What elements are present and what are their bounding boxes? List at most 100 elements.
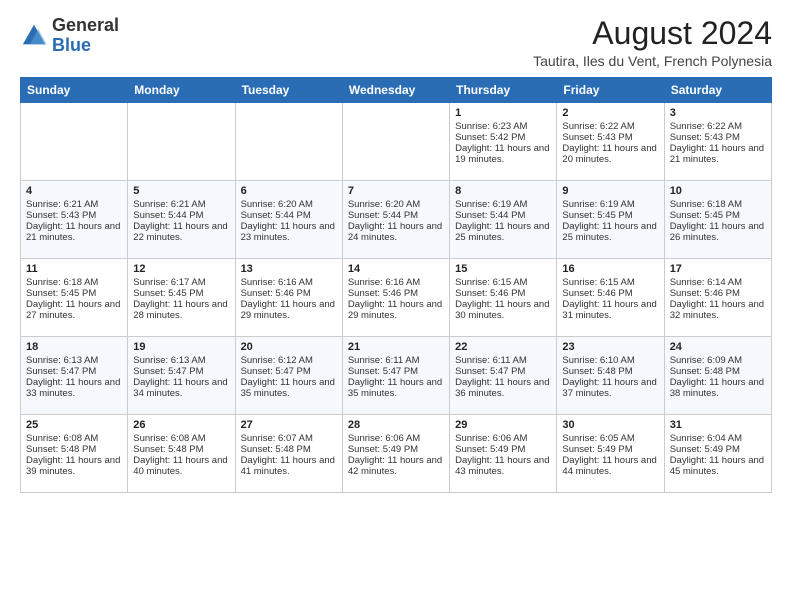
sunset-text: Sunset: 5:44 PM xyxy=(455,210,551,221)
day-number: 30 xyxy=(562,419,658,431)
calendar-cell: 26Sunrise: 6:08 AMSunset: 5:48 PMDayligh… xyxy=(128,415,235,493)
calendar-cell: 1Sunrise: 6:23 AMSunset: 5:42 PMDaylight… xyxy=(450,103,557,181)
day-number: 7 xyxy=(348,185,444,197)
sunrise-text: Sunrise: 6:04 AM xyxy=(670,433,766,444)
day-number: 6 xyxy=(241,185,337,197)
sunrise-text: Sunrise: 6:13 AM xyxy=(26,355,122,366)
sunset-text: Sunset: 5:44 PM xyxy=(133,210,229,221)
day-number: 27 xyxy=(241,419,337,431)
daylight-text: Daylight: 11 hours and 41 minutes. xyxy=(241,455,337,477)
daylight-text: Daylight: 11 hours and 21 minutes. xyxy=(670,143,766,165)
day-number: 9 xyxy=(562,185,658,197)
calendar-cell: 25Sunrise: 6:08 AMSunset: 5:48 PMDayligh… xyxy=(21,415,128,493)
daylight-text: Daylight: 11 hours and 24 minutes. xyxy=(348,221,444,243)
sunrise-text: Sunrise: 6:15 AM xyxy=(562,277,658,288)
day-number: 26 xyxy=(133,419,229,431)
col-tuesday: Tuesday xyxy=(235,78,342,103)
sunset-text: Sunset: 5:47 PM xyxy=(133,366,229,377)
sunrise-text: Sunrise: 6:23 AM xyxy=(455,121,551,132)
daylight-text: Daylight: 11 hours and 25 minutes. xyxy=(562,221,658,243)
logo-general: General xyxy=(52,15,119,35)
sunset-text: Sunset: 5:43 PM xyxy=(562,132,658,143)
sunset-text: Sunset: 5:48 PM xyxy=(133,444,229,455)
daylight-text: Daylight: 11 hours and 42 minutes. xyxy=(348,455,444,477)
day-number: 29 xyxy=(455,419,551,431)
day-number: 20 xyxy=(241,341,337,353)
calendar-cell: 5 Sunrise: 6:21 AMSunset: 5:44 PMDaylight… xyxy=(128,181,235,259)
day-number: 25 xyxy=(26,419,122,431)
daylight-text: Daylight: 11 hours and 44 minutes. xyxy=(562,455,658,477)
sunrise-text: Sunrise: 6:11 AM xyxy=(348,355,444,366)
calendar-cell: 20Sunrise: 6:12 AMSunset: 5:47 PMDayligh… xyxy=(235,337,342,415)
sunrise-text: Sunrise: 6:19 AM xyxy=(562,199,658,210)
title-block: August 2024 Tautira, Iles du Vent, Frenc… xyxy=(533,16,772,69)
day-number: 5 xyxy=(133,185,229,197)
sunrise-text: Sunrise: 6:13 AM xyxy=(133,355,229,366)
calendar-cell: 30Sunrise: 6:05 AMSunset: 5:49 PMDayligh… xyxy=(557,415,664,493)
calendar-cell: 21Sunrise: 6:11 AMSunset: 5:47 PMDayligh… xyxy=(342,337,449,415)
day-number: 17 xyxy=(670,263,766,275)
calendar-cell xyxy=(21,103,128,181)
col-monday: Monday xyxy=(128,78,235,103)
sunrise-text: Sunrise: 6:14 AM xyxy=(670,277,766,288)
sunset-text: Sunset: 5:46 PM xyxy=(455,288,551,299)
calendar-week-2: 4Sunrise: 6:21 AMSunset: 5:43 PMDaylight… xyxy=(21,181,772,259)
col-wednesday: Wednesday xyxy=(342,78,449,103)
sunrise-text: Sunrise: 6:06 AM xyxy=(455,433,551,444)
calendar-cell: 12Sunrise: 6:17 AMSunset: 5:45 PMDayligh… xyxy=(128,259,235,337)
daylight-text: Daylight: 11 hours and 30 minutes. xyxy=(455,299,551,321)
sunset-text: Sunset: 5:47 PM xyxy=(241,366,337,377)
sunset-text: Sunset: 5:48 PM xyxy=(562,366,658,377)
calendar-cell: 15Sunrise: 6:15 AMSunset: 5:46 PMDayligh… xyxy=(450,259,557,337)
daylight-text: Daylight: 11 hours and 29 minutes. xyxy=(348,299,444,321)
day-number: 16 xyxy=(562,263,658,275)
sunrise-text: Sunrise: 6:21 AM xyxy=(133,199,229,210)
sunset-text: Sunset: 5:48 PM xyxy=(241,444,337,455)
calendar-cell xyxy=(235,103,342,181)
sunset-text: Sunset: 5:44 PM xyxy=(241,210,337,221)
calendar-cell xyxy=(342,103,449,181)
daylight-text: Daylight: 11 hours and 31 minutes. xyxy=(562,299,658,321)
daylight-text: Daylight: 11 hours and 43 minutes. xyxy=(455,455,551,477)
calendar-cell: 10Sunrise: 6:18 AMSunset: 5:45 PMDayligh… xyxy=(664,181,771,259)
day-number: 10 xyxy=(670,185,766,197)
sunset-text: Sunset: 5:48 PM xyxy=(670,366,766,377)
calendar-cell: 28Sunrise: 6:06 AMSunset: 5:49 PMDayligh… xyxy=(342,415,449,493)
sunset-text: Sunset: 5:46 PM xyxy=(348,288,444,299)
calendar-cell: 2Sunrise: 6:22 AMSunset: 5:43 PMDaylight… xyxy=(557,103,664,181)
subtitle: Tautira, Iles du Vent, French Polynesia xyxy=(533,53,772,69)
logo-text: General Blue xyxy=(52,16,119,56)
calendar-cell: 17Sunrise: 6:14 AMSunset: 5:46 PMDayligh… xyxy=(664,259,771,337)
day-number: 24 xyxy=(670,341,766,353)
calendar-cell: 8Sunrise: 6:19 AMSunset: 5:44 PMDaylight… xyxy=(450,181,557,259)
logo: General Blue xyxy=(20,16,119,56)
daylight-text: Daylight: 11 hours and 37 minutes. xyxy=(562,377,658,399)
sunset-text: Sunset: 5:49 PM xyxy=(562,444,658,455)
calendar-week-5: 25Sunrise: 6:08 AMSunset: 5:48 PMDayligh… xyxy=(21,415,772,493)
sunrise-text: Sunrise: 6:18 AM xyxy=(26,277,122,288)
day-number: 8 xyxy=(455,185,551,197)
calendar-cell: 29Sunrise: 6:06 AMSunset: 5:49 PMDayligh… xyxy=(450,415,557,493)
sunset-text: Sunset: 5:45 PM xyxy=(26,288,122,299)
daylight-text: Daylight: 11 hours and 32 minutes. xyxy=(670,299,766,321)
sunrise-text: Sunrise: 6:08 AM xyxy=(133,433,229,444)
day-number: 2 xyxy=(562,107,658,119)
sunset-text: Sunset: 5:45 PM xyxy=(562,210,658,221)
sunrise-text: Sunrise: 6:20 AM xyxy=(241,199,337,210)
daylight-text: Daylight: 11 hours and 25 minutes. xyxy=(455,221,551,243)
calendar-cell: 9 Sunrise: 6:19 AMSunset: 5:45 PMDaylight… xyxy=(557,181,664,259)
calendar-cell: 6Sunrise: 6:20 AMSunset: 5:44 PMDaylight… xyxy=(235,181,342,259)
calendar-cell: 13Sunrise: 6:16 AMSunset: 5:46 PMDayligh… xyxy=(235,259,342,337)
sunrise-text: Sunrise: 6:09 AM xyxy=(670,355,766,366)
daylight-text: Daylight: 11 hours and 33 minutes. xyxy=(26,377,122,399)
calendar-cell: 19Sunrise: 6:13 AMSunset: 5:47 PMDayligh… xyxy=(128,337,235,415)
calendar-header-row: Sunday Monday Tuesday Wednesday Thursday… xyxy=(21,78,772,103)
daylight-text: Daylight: 11 hours and 28 minutes. xyxy=(133,299,229,321)
daylight-text: Daylight: 11 hours and 39 minutes. xyxy=(26,455,122,477)
sunrise-text: Sunrise: 6:16 AM xyxy=(241,277,337,288)
sunrise-text: Sunrise: 6:22 AM xyxy=(562,121,658,132)
sunrise-text: Sunrise: 6:07 AM xyxy=(241,433,337,444)
daylight-text: Daylight: 11 hours and 22 minutes. xyxy=(133,221,229,243)
sunrise-text: Sunrise: 6:08 AM xyxy=(26,433,122,444)
daylight-text: Daylight: 11 hours and 21 minutes. xyxy=(26,221,122,243)
